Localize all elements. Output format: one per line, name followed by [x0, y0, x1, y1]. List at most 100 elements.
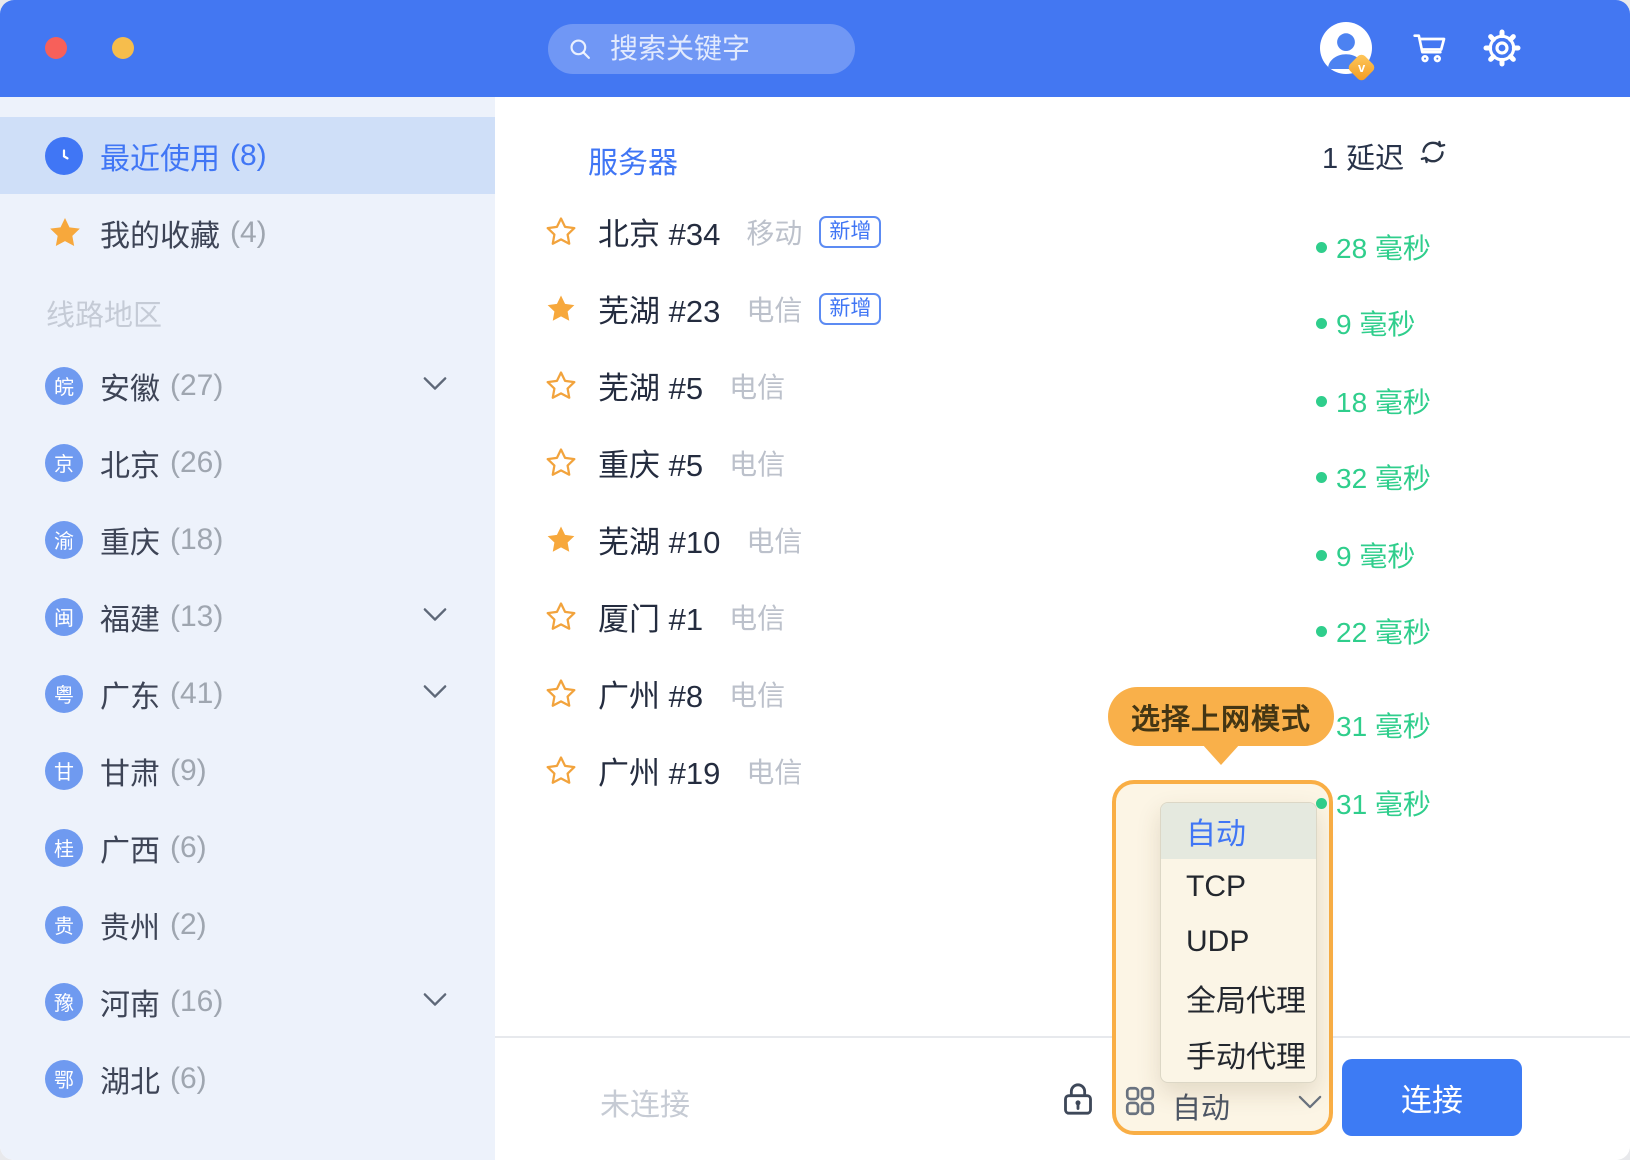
region-count: (6) — [170, 831, 207, 865]
server-list: 北京 #34 移动 新增 芜湖 #23 电信 新增 芜湖 #5 电信 — [543, 193, 881, 809]
server-row[interactable]: 芜湖 #23 电信 新增 — [543, 270, 881, 347]
server-row[interactable]: 芜湖 #5 电信 — [543, 347, 881, 424]
server-list-title: 服务器 — [588, 138, 678, 182]
latency-dot — [1316, 396, 1327, 407]
menu-item-auto[interactable]: 自动 — [1161, 803, 1316, 859]
star-filled-icon[interactable] — [543, 522, 579, 558]
sidebar-item-guangxi[interactable]: 桂 广西 (6) — [0, 809, 495, 886]
latency-value: 9 毫秒 — [1316, 535, 1415, 575]
region-count: (2) — [170, 908, 207, 942]
chevron-down-icon[interactable] — [423, 684, 447, 703]
connect-button[interactable]: 连接 — [1342, 1059, 1522, 1136]
province-badge: 贵 — [45, 906, 83, 944]
search-input[interactable] — [548, 24, 855, 74]
connection-status: 未连接 — [600, 1080, 690, 1124]
region-count: (16) — [170, 985, 223, 1019]
sidebar-item-chongqing[interactable]: 渝 重庆 (18) — [0, 501, 495, 578]
sidebar-item-gansu[interactable]: 甘 甘肃 (9) — [0, 732, 495, 809]
server-carrier: 电信 — [729, 366, 785, 406]
chevron-down-icon[interactable] — [1298, 1095, 1322, 1114]
server-carrier: 电信 — [729, 674, 785, 714]
province-badge: 鄂 — [45, 1060, 83, 1098]
province-badge: 京 — [45, 444, 83, 482]
region-name: 河南 — [100, 980, 160, 1024]
sidebar-item-guizhou[interactable]: 贵 贵州 (2) — [0, 886, 495, 963]
star-outline-icon[interactable] — [543, 599, 579, 635]
region-name: 甘肃 — [100, 749, 160, 793]
star-icon — [45, 213, 85, 253]
star-outline-icon[interactable] — [543, 214, 579, 250]
server-carrier: 电信 — [729, 597, 785, 637]
province-badge: 皖 — [45, 367, 83, 405]
server-row[interactable]: 重庆 #5 电信 — [543, 424, 881, 501]
chevron-down-icon[interactable] — [423, 607, 447, 626]
grid-mode-icon[interactable] — [1122, 1083, 1158, 1119]
mode-tooltip: 选择上网模式 — [1108, 687, 1334, 746]
sidebar-item-count: (4) — [230, 216, 267, 250]
sidebar-item-henan[interactable]: 豫 河南 (16) — [0, 963, 495, 1040]
mode-select-value[interactable]: 自动 — [1172, 1085, 1230, 1127]
province-badge: 闽 — [45, 598, 83, 636]
sidebar: 最近使用 (8) 我的收藏 (4) 线路地区 皖 安徽 (27) — [0, 97, 495, 1160]
lock-icon[interactable] — [1058, 1079, 1098, 1119]
menu-item-manual-proxy[interactable]: 手动代理 — [1161, 1026, 1316, 1082]
close-window-button[interactable] — [45, 37, 67, 59]
server-row[interactable]: 厦门 #1 电信 — [543, 578, 881, 655]
chevron-down-icon[interactable] — [423, 992, 447, 1011]
latency-header: 1 延迟 — [1322, 135, 1448, 177]
latency-dot — [1316, 626, 1327, 637]
star-outline-icon[interactable] — [543, 368, 579, 404]
footer-divider — [495, 1036, 1630, 1038]
search-box — [548, 24, 855, 74]
menu-item-udp[interactable]: UDP — [1161, 915, 1316, 971]
server-row[interactable]: 芜湖 #10 电信 — [543, 501, 881, 578]
region-name: 重庆 — [100, 518, 160, 562]
region-count: (41) — [170, 677, 223, 711]
province-badge: 甘 — [45, 752, 83, 790]
server-name: 北京 #34 — [598, 209, 720, 254]
sidebar-item-fujian[interactable]: 闽 福建 (13) — [0, 578, 495, 655]
region-name: 北京 — [100, 441, 160, 485]
server-carrier: 电信 — [746, 751, 802, 791]
server-name: 芜湖 #23 — [598, 286, 720, 331]
province-badge: 豫 — [45, 983, 83, 1021]
server-carrier: 电信 — [746, 289, 802, 329]
sidebar-item-hubei[interactable]: 鄂 湖北 (6) — [0, 1040, 495, 1117]
sidebar-item-anhui[interactable]: 皖 安徽 (27) — [0, 347, 495, 424]
new-badge: 新增 — [819, 293, 881, 325]
sidebar-item-favorites[interactable]: 我的收藏 (4) — [0, 194, 495, 271]
menu-item-tcp[interactable]: TCP — [1161, 859, 1316, 915]
server-row[interactable]: 北京 #34 移动 新增 — [543, 193, 881, 270]
region-name: 安徽 — [100, 364, 160, 408]
sidebar-item-recent[interactable]: 最近使用 (8) — [0, 117, 495, 194]
server-row[interactable]: 广州 #8 电信 — [543, 655, 881, 732]
province-badge: 渝 — [45, 521, 83, 559]
sidebar-item-guangdong[interactable]: 粤 广东 (41) — [0, 655, 495, 732]
search-icon — [567, 36, 593, 67]
latency-header-label: 1 延迟 — [1322, 135, 1404, 177]
menu-item-global-proxy[interactable]: 全局代理 — [1161, 970, 1316, 1026]
region-name: 湖北 — [100, 1057, 160, 1101]
cart-icon[interactable] — [1410, 28, 1450, 68]
latency-dot — [1316, 472, 1327, 483]
chevron-down-icon[interactable] — [423, 376, 447, 395]
star-outline-icon[interactable] — [543, 676, 579, 712]
region-count: (27) — [170, 369, 223, 403]
gear-icon[interactable] — [1482, 28, 1522, 68]
vpn-client-window: v — [0, 0, 1630, 1160]
sidebar-item-beijing[interactable]: 京 北京 (26) — [0, 424, 495, 501]
server-panel: 服务器 1 延迟 北京 #34 移动 新增 — [495, 97, 1630, 1160]
user-avatar[interactable]: v — [1320, 22, 1372, 74]
minimize-window-button[interactable] — [112, 37, 134, 59]
star-filled-icon[interactable] — [543, 291, 579, 327]
star-outline-icon[interactable] — [543, 445, 579, 481]
region-name: 广西 — [100, 826, 160, 870]
region-name: 广东 — [100, 672, 160, 716]
server-name: 厦门 #1 — [598, 594, 703, 639]
star-outline-icon[interactable] — [543, 753, 579, 789]
province-badge: 桂 — [45, 829, 83, 867]
region-list: 皖 安徽 (27) 京 北京 (26) 渝 重庆 (18) 闽 福建 (13 — [0, 347, 495, 1117]
latency-value: 18 毫秒 — [1316, 381, 1431, 421]
refresh-icon[interactable] — [1418, 137, 1448, 175]
server-row[interactable]: 广州 #19 电信 — [543, 732, 881, 809]
